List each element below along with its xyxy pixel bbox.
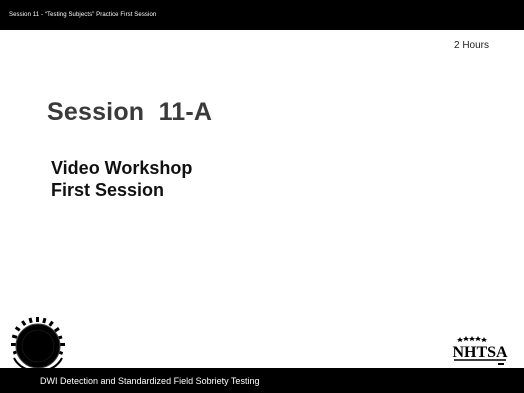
subtitle-line-2: First Session — [51, 180, 165, 200]
agency-seal-icon — [10, 316, 68, 376]
nhtsa-logo-text: NHTSA — [452, 344, 508, 361]
header-bar: Session 11 - “Testing Subjects” Practice… — [0, 0, 524, 30]
session-subtitle: Video Workshop First Session — [51, 157, 192, 201]
footer-bar: DWI Detection and Standardized Field Sob… — [0, 368, 524, 393]
subtitle-line-1: Video Workshop — [51, 158, 193, 178]
nhtsa-logo-icon: NHTSA — [448, 333, 514, 371]
footer-text: DWI Detection and Standardized Field Sob… — [40, 376, 260, 386]
header-text: Session 11 - “Testing Subjects” Practice… — [9, 12, 157, 18]
session-title: Session 11-A — [47, 98, 213, 126]
duration-label: 2 Hours — [453, 40, 489, 51]
